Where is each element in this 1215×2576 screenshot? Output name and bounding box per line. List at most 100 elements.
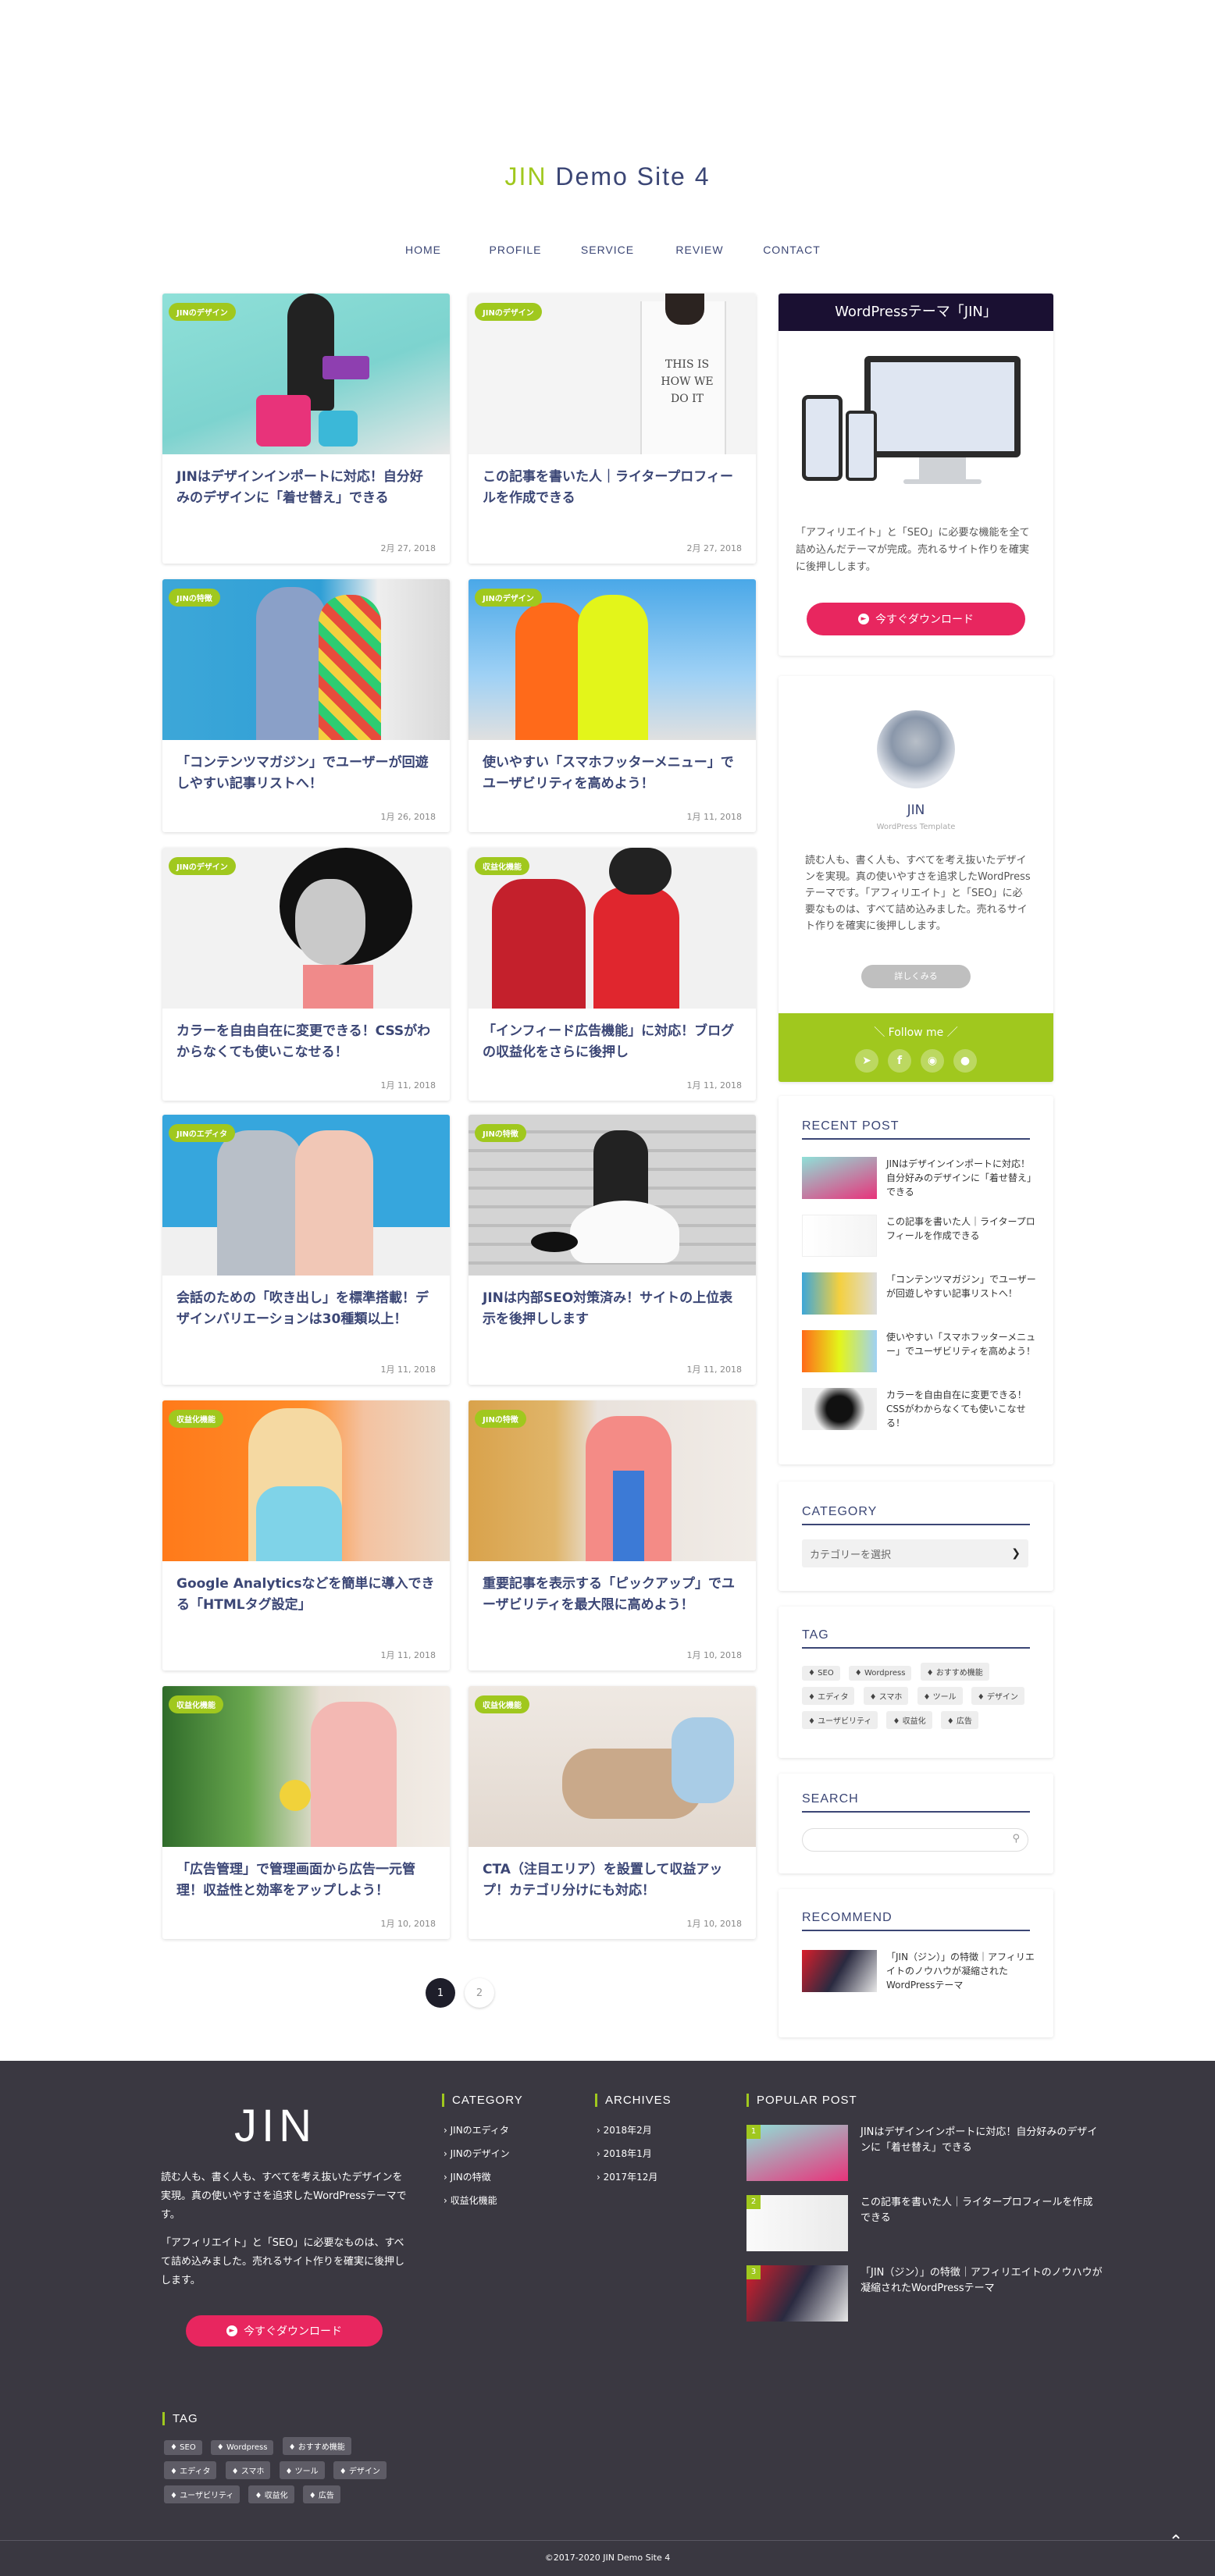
article-title[interactable]: JINは内部SEO対策済み！サイトの上位表示を後押しします <box>469 1276 756 1350</box>
category-badge[interactable]: JINの特徴 <box>169 589 220 607</box>
footer-tag-link[interactable]: ♦ 広告 <box>302 2485 340 2503</box>
recent-post-item[interactable]: 使いやすい「スマホフッターメニュー」でユーザビリティを高めよう！ <box>802 1330 1036 1388</box>
recent-post-item[interactable]: カラーを自由自在に変更できる！CSSがわからなくても使いこなせる！ <box>802 1388 1036 1446</box>
tag-link[interactable]: ♦ ツール <box>917 1687 963 1705</box>
footer-tag-link[interactable]: ♦ スマホ <box>225 2461 271 2479</box>
category-badge[interactable]: JINの特徴 <box>475 1124 526 1142</box>
download-button[interactable]: ► 今すぐダウンロード <box>807 603 1025 635</box>
footer-download-button[interactable]: ► 今すぐダウンロード <box>186 2315 383 2347</box>
footer-tag-link[interactable]: ♦ エディタ <box>164 2461 217 2479</box>
recommend-item[interactable]: 「JIN（ジン）」の特徴｜アフィリエイトのノウハウが凝縮されたWordPress… <box>802 1950 1036 1992</box>
popular-post-item[interactable]: 2 この記事を書いた人｜ライタープロフィールを作成できる <box>746 2195 1103 2251</box>
category-badge[interactable]: 収益化機能 <box>475 1695 529 1713</box>
footer-archive-link[interactable]: › 2018年1月 <box>597 2147 652 2160</box>
article-card[interactable]: JINのデザイン カラーを自由自在に変更できる！CSSがわからなくても使いこなせ… <box>162 848 450 1101</box>
tag-link[interactable]: ♦ おすすめ機能 <box>920 1663 989 1681</box>
article-card[interactable]: 収益化機能 Google Analyticsなどを簡単に導入できる「HTMLタグ… <box>162 1400 450 1670</box>
facebook-icon[interactable]: f <box>888 1049 911 1073</box>
more-button[interactable]: 詳しくみる <box>861 965 971 988</box>
article-title[interactable]: 使いやすい「スマホフッターメニュー」でユーザビリティを高めよう！ <box>469 740 756 815</box>
promo-text: 「アフィリエイト」と「SEO」に必要な機能を全て詰め込んだテーマが完成。売れるサ… <box>796 527 1030 573</box>
tag-link[interactable]: ♦ SEO <box>802 1666 840 1681</box>
footer-logo[interactable]: JIN <box>234 2100 316 2152</box>
article-thumbnail: JINの特徴 <box>469 1115 756 1276</box>
search-icon[interactable]: ⚲ <box>1012 1833 1020 1845</box>
article-title[interactable]: 重要記事を表示する「ピックアップ」でユーザビリティを最大限に高めよう！ <box>469 1561 756 1636</box>
footer-tag-link[interactable]: ♦ Wordpress <box>210 2440 274 2455</box>
article-card[interactable]: 収益化機能 「広告管理」で管理画面から広告一元管理！収益性と効率をアップしよう！… <box>162 1686 450 1939</box>
footer-archive-link[interactable]: › 2017年12月 <box>597 2170 657 2183</box>
article-card[interactable]: 収益化機能 CTA（注目エリア）を設置して収益アップ！カテゴリ分けにも対応！ 1… <box>469 1686 756 1939</box>
article-card[interactable]: JINのデザイン 使いやすい「スマホフッターメニュー」でユーザビリティを高めよう… <box>469 579 756 832</box>
article-thumbnail: JINの特徴 <box>162 579 450 740</box>
recent-post-item[interactable]: JINはデザインインポートに対応！自分好みのデザインに「着せ替え」できる <box>802 1157 1036 1215</box>
category-badge[interactable]: 収益化機能 <box>169 1695 223 1713</box>
recent-post-item[interactable]: 「コンテンツマガジン」でユーザーが回遊しやすい記事リストへ！ <box>802 1272 1036 1330</box>
article-title[interactable]: Google Analyticsなどを簡単に導入できる「HTMLタグ設定」 <box>162 1561 450 1636</box>
category-badge[interactable]: JINのデザイン <box>169 303 236 321</box>
category-badge[interactable]: 収益化機能 <box>169 1410 223 1428</box>
article-title[interactable]: 「広告管理」で管理画面から広告一元管理！収益性と効率をアップしよう！ <box>162 1847 450 1922</box>
twitter-icon[interactable]: ➤ <box>855 1049 878 1073</box>
footer-category-link[interactable]: › 収益化機能 <box>444 2194 497 2207</box>
tag-title: TAG <box>802 1628 1030 1649</box>
back-to-top-button[interactable]: ⌃ <box>1153 2526 1199 2557</box>
footer-tag-link[interactable]: ♦ SEO <box>164 2440 202 2455</box>
nav-review[interactable]: REVIEW <box>654 244 746 256</box>
recent-post-title: RECENT POST <box>802 1119 1030 1140</box>
nav-profile[interactable]: PROFILE <box>469 244 561 256</box>
article-thumbnail: 収益化機能 <box>162 1686 450 1847</box>
article-card[interactable]: 収益化機能 「インフィード広告機能」に対応！ブログの収益化をさらに後押し 1月 … <box>469 848 756 1101</box>
category-select[interactable]: カテゴリーを選択 ❯ <box>802 1539 1028 1567</box>
category-badge[interactable]: JINのエディタ <box>169 1124 236 1142</box>
footer-category-link[interactable]: › JINのデザイン <box>444 2147 510 2160</box>
article-title[interactable]: カラーを自由自在に変更できる！CSSがわからなくても使いこなせる！ <box>162 1009 450 1083</box>
category-badge[interactable]: JINのデザイン <box>169 857 236 875</box>
article-card[interactable]: JINのデザイン JINはデザインインポートに対応！自分好みのデザインに「着せ替… <box>162 294 450 564</box>
category-badge[interactable]: JINのデザイン <box>475 303 542 321</box>
tag-link[interactable]: ♦ ユーザビリティ <box>802 1711 878 1729</box>
footer-tag-link[interactable]: ♦ デザイン <box>333 2461 387 2479</box>
article-title[interactable]: 会話のための「吹き出し」を標準搭載！デザインバリエーションは30種類以上！ <box>162 1276 450 1350</box>
nav-home[interactable]: HOME <box>377 244 469 256</box>
article-card[interactable]: JINの特徴 重要記事を表示する「ピックアップ」でユーザビリティを最大限に高めよ… <box>469 1400 756 1670</box>
article-title[interactable]: JINはデザインインポートに対応！自分好みのデザインに「着せ替え」できる <box>162 454 450 529</box>
footer-category-link[interactable]: › JINのエディタ <box>444 2123 509 2137</box>
tag-link[interactable]: ♦ Wordpress <box>848 1666 912 1681</box>
category-badge[interactable]: JINの特徴 <box>475 1410 526 1428</box>
footer-tag-title: TAG <box>162 2412 198 2425</box>
footer-archive-link[interactable]: › 2018年2月 <box>597 2123 652 2137</box>
nav-service[interactable]: SERVICE <box>561 244 654 256</box>
article-card[interactable]: THIS IS HOW WE DO IT JINのデザイン この記事を書いた人｜ライ… <box>469 294 756 564</box>
article-card[interactable]: JINのエディタ 会話のための「吹き出し」を標準搭載！デザインバリエーションは3… <box>162 1115 450 1385</box>
tag-link[interactable]: ♦ 収益化 <box>886 1711 932 1729</box>
search-input[interactable]: ⚲ <box>802 1828 1028 1852</box>
footer-category-link[interactable]: › JINの特徴 <box>444 2170 491 2183</box>
nav-contact[interactable]: CONTACT <box>746 244 838 256</box>
article-title[interactable]: この記事を書いた人｜ライタープロフィールを作成できる <box>469 454 756 529</box>
footer-tag-link[interactable]: ♦ 収益化 <box>248 2485 294 2503</box>
tag-link[interactable]: ♦ スマホ <box>863 1687 909 1705</box>
article-title[interactable]: CTA（注目エリア）を設置して収益アップ！カテゴリ分けにも対応！ <box>469 1847 756 1922</box>
article-card[interactable]: JINの特徴 JINは内部SEO対策済み！サイトの上位表示を後押しします 1月 … <box>469 1115 756 1385</box>
footer-tag-link[interactable]: ♦ ツール <box>279 2461 325 2479</box>
article-title[interactable]: 「コンテンツマガジン」でユーザーが回遊しやすい記事リストへ！ <box>162 740 450 815</box>
article-title[interactable]: 「インフィード広告機能」に対応！ブログの収益化をさらに後押し <box>469 1009 756 1083</box>
recent-post-item[interactable]: この記事を書いた人｜ライタープロフィールを作成できる <box>802 1215 1036 1272</box>
category-badge[interactable]: 収益化機能 <box>475 857 529 875</box>
popular-post-item[interactable]: 3 「JIN（ジン）」の特徴｜アフィリエイトのノウハウが凝縮されたWordPre… <box>746 2265 1103 2322</box>
tag-cloud: ♦ SEO ♦ Wordpress ♦ おすすめ機能 ♦ エディタ ♦ スマホ … <box>802 1663 1036 1735</box>
instagram-icon[interactable]: ◉ <box>921 1049 944 1073</box>
tag-link[interactable]: ♦ 広告 <box>940 1711 978 1729</box>
popular-post-item[interactable]: 1 JINはデザインインポートに対応！自分好みのデザインに「着せ替え」できる <box>746 2125 1103 2181</box>
tag-link[interactable]: ♦ エディタ <box>802 1687 855 1705</box>
line-icon[interactable]: ● <box>953 1049 977 1073</box>
footer-tag-link[interactable]: ♦ ユーザビリティ <box>164 2485 241 2503</box>
category-badge[interactable]: JINのデザイン <box>475 589 542 607</box>
tag-link[interactable]: ♦ デザイン <box>971 1687 1024 1705</box>
page-2-button[interactable]: 2 <box>465 1978 494 2008</box>
page-1-button[interactable]: 1 <box>426 1978 455 2008</box>
article-card[interactable]: JINの特徴 「コンテンツマガジン」でユーザーが回遊しやすい記事リストへ！ 1月… <box>162 579 450 832</box>
footer-tag-link[interactable]: ♦ おすすめ機能 <box>282 2437 351 2455</box>
site-title[interactable]: JIN Demo Site 4 <box>0 162 1215 191</box>
